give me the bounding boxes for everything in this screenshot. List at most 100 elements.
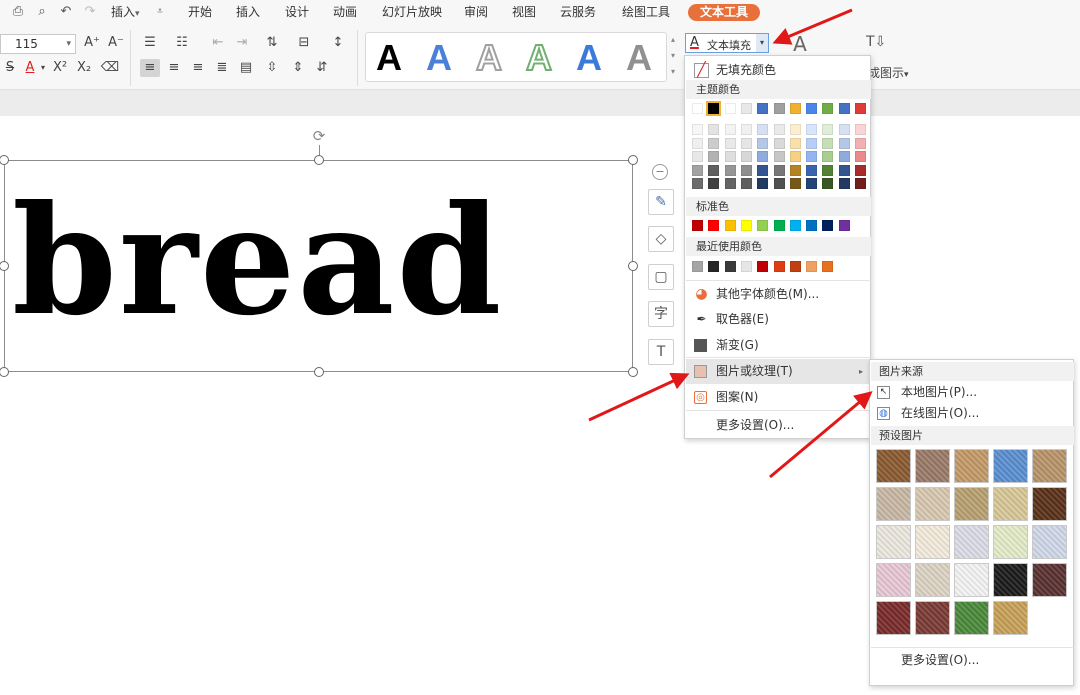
texture-swatch[interactable] (954, 487, 989, 521)
theme-shade-swatch[interactable] (708, 178, 720, 189)
text-outline-icon[interactable]: A (788, 32, 812, 56)
theme-color-swatch[interactable] (740, 103, 752, 114)
chevron-down-icon[interactable]: ▾ (38, 59, 48, 77)
resize-handle-ne[interactable] (628, 155, 638, 165)
theme-shade-swatch[interactable] (708, 137, 720, 149)
align-left-icon[interactable]: ≡ (140, 59, 160, 77)
theme-shade-swatch[interactable] (724, 137, 736, 149)
theme-color-swatch[interactable] (855, 103, 866, 114)
resize-handle-se[interactable] (628, 367, 638, 377)
justify-icon[interactable]: ≣ (212, 59, 232, 77)
theme-shade-swatch[interactable] (806, 124, 818, 135)
texture-swatch[interactable] (954, 525, 989, 559)
menu-item-more-settings[interactable]: 更多设置(O)... (686, 413, 871, 438)
standard-color-swatch[interactable] (806, 220, 818, 231)
theme-shade-swatch[interactable] (855, 164, 866, 176)
recent-color-swatch[interactable] (724, 261, 736, 272)
gallery-scroll[interactable]: ▴ ▾ ▾ (668, 32, 678, 82)
customize-toolbar-icon[interactable]: ⩡ (152, 4, 168, 20)
theme-shade-swatch[interactable] (822, 151, 834, 162)
texture-swatch[interactable] (915, 487, 950, 521)
increase-indent-icon[interactable]: ⇥ (232, 34, 252, 52)
standard-color-swatch[interactable] (838, 220, 850, 231)
theme-shade-swatch[interactable] (724, 151, 736, 162)
theme-shade-swatch[interactable] (855, 137, 866, 149)
theme-color-swatch[interactable] (822, 103, 834, 114)
fill-bucket-icon[interactable]: ◇ (648, 226, 674, 252)
texture-swatch[interactable] (993, 487, 1028, 521)
wordart-style-gray-outline[interactable]: A (475, 36, 503, 79)
theme-shade-swatch[interactable] (724, 164, 736, 176)
theme-shade-swatch[interactable] (822, 178, 834, 189)
theme-shade-swatch[interactable] (757, 124, 769, 135)
submenu-item-more-settings[interactable]: 更多设置(O)... (871, 648, 1074, 673)
theme-shade-swatch[interactable] (838, 137, 850, 149)
menu-item-more-colors[interactable]: ◕ 其他字体颜色(M)... (686, 282, 871, 307)
line-spacing-options-icon[interactable]: ↕ (328, 34, 348, 52)
texture-swatch[interactable] (993, 449, 1028, 483)
standard-color-swatch[interactable] (822, 220, 834, 231)
wordart-style-green-outline[interactable]: A (525, 36, 553, 79)
theme-shade-swatch[interactable] (838, 124, 850, 135)
theme-shade-swatch[interactable] (757, 164, 769, 176)
chevron-down-icon[interactable]: ▾ (66, 35, 71, 53)
texture-swatch[interactable] (1032, 563, 1067, 597)
outline-square-icon[interactable]: ▢ (648, 264, 674, 290)
chevron-down-icon[interactable]: ▾ (756, 34, 768, 52)
print-icon[interactable]: ⎙ (10, 4, 26, 20)
superscript-icon[interactable]: X² (50, 59, 70, 77)
collapse-toolbar-icon[interactable]: − (652, 164, 668, 180)
recent-color-swatch[interactable] (822, 261, 834, 272)
redo-icon[interactable]: ↷ (82, 4, 98, 20)
tab-home[interactable]: 开始 (188, 4, 212, 21)
theme-shade-swatch[interactable] (855, 124, 866, 135)
texture-swatch[interactable] (1032, 525, 1067, 559)
theme-shade-swatch[interactable] (692, 151, 703, 162)
theme-shade-swatch[interactable] (773, 151, 785, 162)
subscript-icon[interactable]: X₂ (74, 59, 94, 77)
standard-color-swatch[interactable] (692, 220, 703, 231)
theme-shade-swatch[interactable] (855, 151, 866, 162)
theme-shade-swatch[interactable] (773, 178, 785, 189)
standard-color-swatch[interactable] (773, 220, 785, 231)
theme-shade-swatch[interactable] (708, 151, 720, 162)
theme-shade-swatch[interactable] (757, 151, 769, 162)
texture-swatch[interactable] (954, 563, 989, 597)
resize-handle-e[interactable] (628, 261, 638, 271)
tab-cloud-service[interactable]: 云服务 (560, 4, 596, 21)
line-spacing-dropdown-icon[interactable]: ⇵ (312, 59, 332, 77)
theme-color-swatch[interactable] (692, 103, 703, 114)
theme-shade-swatch[interactable] (724, 124, 736, 135)
recent-color-swatch[interactable] (806, 261, 818, 272)
font-settings-icon[interactable]: 字 (648, 301, 674, 327)
theme-shade-swatch[interactable] (789, 151, 801, 162)
theme-shade-swatch[interactable] (806, 137, 818, 149)
texture-swatch[interactable] (993, 601, 1028, 635)
texture-swatch[interactable] (876, 563, 911, 597)
distributed-icon[interactable]: ▤ (236, 59, 256, 77)
standard-color-swatch[interactable] (740, 220, 752, 231)
theme-shade-swatch[interactable] (822, 137, 834, 149)
theme-shade-swatch[interactable] (740, 178, 752, 189)
font-size-field[interactable]: 115 ▾ (0, 34, 76, 54)
tab-drawing-tools[interactable]: 绘图工具 (622, 4, 670, 21)
print-preview-icon[interactable]: ⌕ (34, 4, 50, 20)
strikethrough-icon[interactable]: S (0, 59, 20, 77)
tab-design[interactable]: 设计 (285, 4, 309, 21)
wordart-style-gray[interactable]: A (626, 37, 652, 79)
theme-shade-swatch[interactable] (724, 178, 736, 189)
theme-shade-swatch[interactable] (773, 164, 785, 176)
theme-shade-swatch[interactable] (789, 124, 801, 135)
texture-swatch[interactable] (915, 601, 950, 635)
tab-view[interactable]: 视图 (512, 4, 536, 21)
wordart-style-black[interactable]: A (376, 37, 402, 79)
texture-swatch[interactable] (915, 525, 950, 559)
standard-color-swatch[interactable] (789, 220, 801, 231)
text-effects-icon[interactable]: T (648, 339, 674, 365)
undo-icon[interactable]: ↶ (58, 4, 74, 20)
slide-text[interactable]: bread (12, 176, 503, 346)
theme-shade-swatch[interactable] (708, 164, 720, 176)
recent-color-swatch[interactable] (773, 261, 785, 272)
texture-swatch[interactable] (915, 449, 950, 483)
menu-item-online-picture[interactable]: ◍ 在线图片(O)... (871, 401, 1074, 426)
